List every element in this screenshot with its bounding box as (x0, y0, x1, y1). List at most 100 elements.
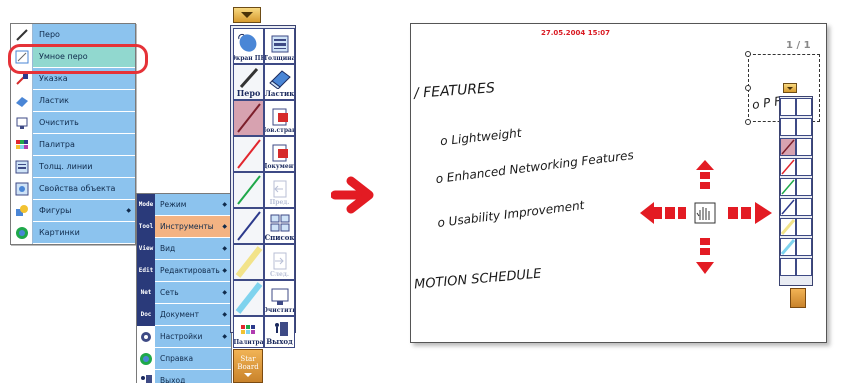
menu-item-label: Очистить (39, 118, 79, 127)
pen-button[interactable]: Перо (233, 64, 264, 100)
mini-toolbar-collapse-button[interactable] (783, 83, 797, 93)
prev-page-button[interactable]: Пред. (264, 172, 295, 208)
menu-item-label: Свойства объекта (39, 184, 116, 193)
eraser-icon (11, 89, 33, 112)
mini-toolbar-cell[interactable] (780, 118, 796, 136)
submenu-arrow-icon: ◆ (222, 245, 227, 252)
submenu-item-8[interactable]: Выход (137, 369, 231, 383)
transition-arrow-icon (331, 176, 374, 214)
menu-item-label: Фигуры (39, 206, 72, 215)
clear-label: Очистить (264, 307, 295, 314)
mini-toolbar-cell[interactable] (796, 258, 812, 276)
mini-toolbar-cell[interactable] (796, 98, 812, 116)
menu-item-label: Перо (39, 30, 60, 39)
new-page-button[interactable]: Нов.стран. (264, 100, 295, 136)
menu-item-8[interactable]: Фигуры ◆ (11, 199, 135, 222)
menu-item-4[interactable]: Очистить (11, 111, 135, 134)
pen-color-blue[interactable] (233, 208, 264, 244)
submenu-tag: Tool (137, 215, 155, 238)
menu-item-9[interactable]: Картинки (11, 221, 135, 244)
pen-stroke-icon (236, 175, 261, 205)
clear-icon (11, 111, 33, 134)
submenu-item-2[interactable]: View Вид ◆ (137, 237, 231, 260)
exit-button[interactable]: Выход (264, 316, 295, 348)
mini-toolbar-cell[interactable] (796, 158, 812, 176)
pen-color-red[interactable] (233, 136, 264, 172)
menu-item-label: Толщ. линии (39, 162, 93, 171)
board-page-counter: 1 / 1 (786, 40, 811, 51)
menu-item-5[interactable]: Палитра (11, 133, 135, 156)
thickness-button[interactable]: Толщина (264, 28, 295, 64)
submenu-item-label: Выход (160, 376, 186, 383)
mini-toolbar-cell[interactable] (780, 198, 796, 216)
mini-toolbar-cell[interactable] (780, 178, 796, 196)
submenu-item-label: Справка (160, 354, 194, 363)
submenu-item-label: Режим (160, 200, 187, 209)
prev-page-label: Пред. (269, 199, 290, 206)
submenu-item-4[interactable]: Net Сеть ◆ (137, 281, 231, 304)
list-button[interactable]: Список (264, 208, 295, 244)
submenu-item-1[interactable]: Tool Инструменты ◆ (137, 215, 231, 238)
menu-item-label: Ластик (39, 96, 70, 105)
mini-toolbar-cell[interactable] (780, 218, 796, 236)
submenu-item-label: Вид (160, 244, 176, 253)
eraser-button[interactable]: Ластик (264, 64, 295, 100)
selection-handle[interactable] (745, 119, 751, 125)
toolbar-collapse-button[interactable] (233, 7, 261, 23)
menu-item-3[interactable]: Ластик (11, 89, 135, 112)
mini-toolbar-cell[interactable] (796, 198, 812, 216)
list-label: Список (264, 233, 295, 242)
submenu-item-label: Документ (160, 310, 199, 319)
highlight-ring (8, 44, 148, 74)
mini-toolbar-cell[interactable] (780, 258, 796, 276)
mini-toolbar-cell[interactable] (780, 158, 796, 176)
mini-starboard-logo[interactable] (790, 288, 806, 308)
eraser-icon (268, 70, 291, 89)
chevron-down-icon (244, 373, 252, 377)
clear-button[interactable]: Очистить (264, 280, 295, 316)
menu-item-label: Палитра (39, 140, 75, 149)
submenu-item-6[interactable]: Настройки ◆ (137, 325, 231, 348)
menu-item-7[interactable]: Свойства объекта (11, 177, 135, 200)
chevron-down-icon (787, 86, 793, 90)
selection-handle[interactable] (745, 51, 751, 57)
pen-icon (239, 68, 258, 88)
pen-icon (11, 23, 33, 46)
pen-color-dark-red[interactable] (233, 100, 264, 136)
palette-button[interactable]: Палитра (233, 316, 264, 348)
mini-toolbar-cell[interactable] (780, 238, 796, 256)
menu-item-6[interactable]: Толщ. линии (11, 155, 135, 178)
list-icon (270, 214, 289, 232)
submenu-item-3[interactable]: Edit Редактировать ◆ (137, 259, 231, 282)
screen-pc-button[interactable]: Экран ПК (233, 28, 264, 64)
submenu-item-7[interactable]: Справка (137, 347, 231, 370)
mini-toolbar-cell[interactable] (780, 138, 796, 156)
mini-toolbar-cell[interactable] (796, 118, 812, 136)
exit-icon (274, 322, 288, 336)
submenu-item-0[interactable]: Mode Режим ◆ (137, 193, 231, 216)
new-page-label: Нов.стран. (265, 127, 294, 134)
submenu-tag: Doc (137, 303, 155, 326)
mini-toolbar-cell[interactable] (796, 138, 812, 156)
pen-color-green[interactable] (233, 172, 264, 208)
mini-toolbar-cell[interactable] (780, 98, 796, 116)
highlighter-yellow[interactable] (233, 244, 264, 280)
menu-item-label: Картинки (39, 228, 80, 237)
starboard-logo-button[interactable]: Star Board (233, 349, 263, 383)
mini-toolbar-cell[interactable] (796, 238, 812, 256)
submenu-item-5[interactable]: Doc Документ ◆ (137, 303, 231, 326)
selection-handle[interactable] (745, 85, 751, 91)
submenu-item-label: Редактировать (160, 266, 220, 275)
starboard-star-text: Star (240, 355, 256, 363)
palette-icon (11, 133, 33, 156)
document-label: Документ (265, 163, 294, 170)
mini-toolbar-cell[interactable] (796, 178, 812, 196)
highlighter-cyan[interactable] (233, 280, 264, 316)
submenu-item-label: Сеть (160, 288, 179, 297)
main-submenu: Mode Режим ◆ Tool Инструменты ◆ View Вид ◆ Edit Ре… (136, 193, 232, 383)
mini-toolbar-cell[interactable] (796, 218, 812, 236)
document-button[interactable]: Документ (264, 136, 295, 172)
menu-item-0[interactable]: Перо (11, 23, 135, 46)
next-page-button[interactable]: След. (264, 244, 295, 280)
settings-icon (137, 325, 155, 348)
